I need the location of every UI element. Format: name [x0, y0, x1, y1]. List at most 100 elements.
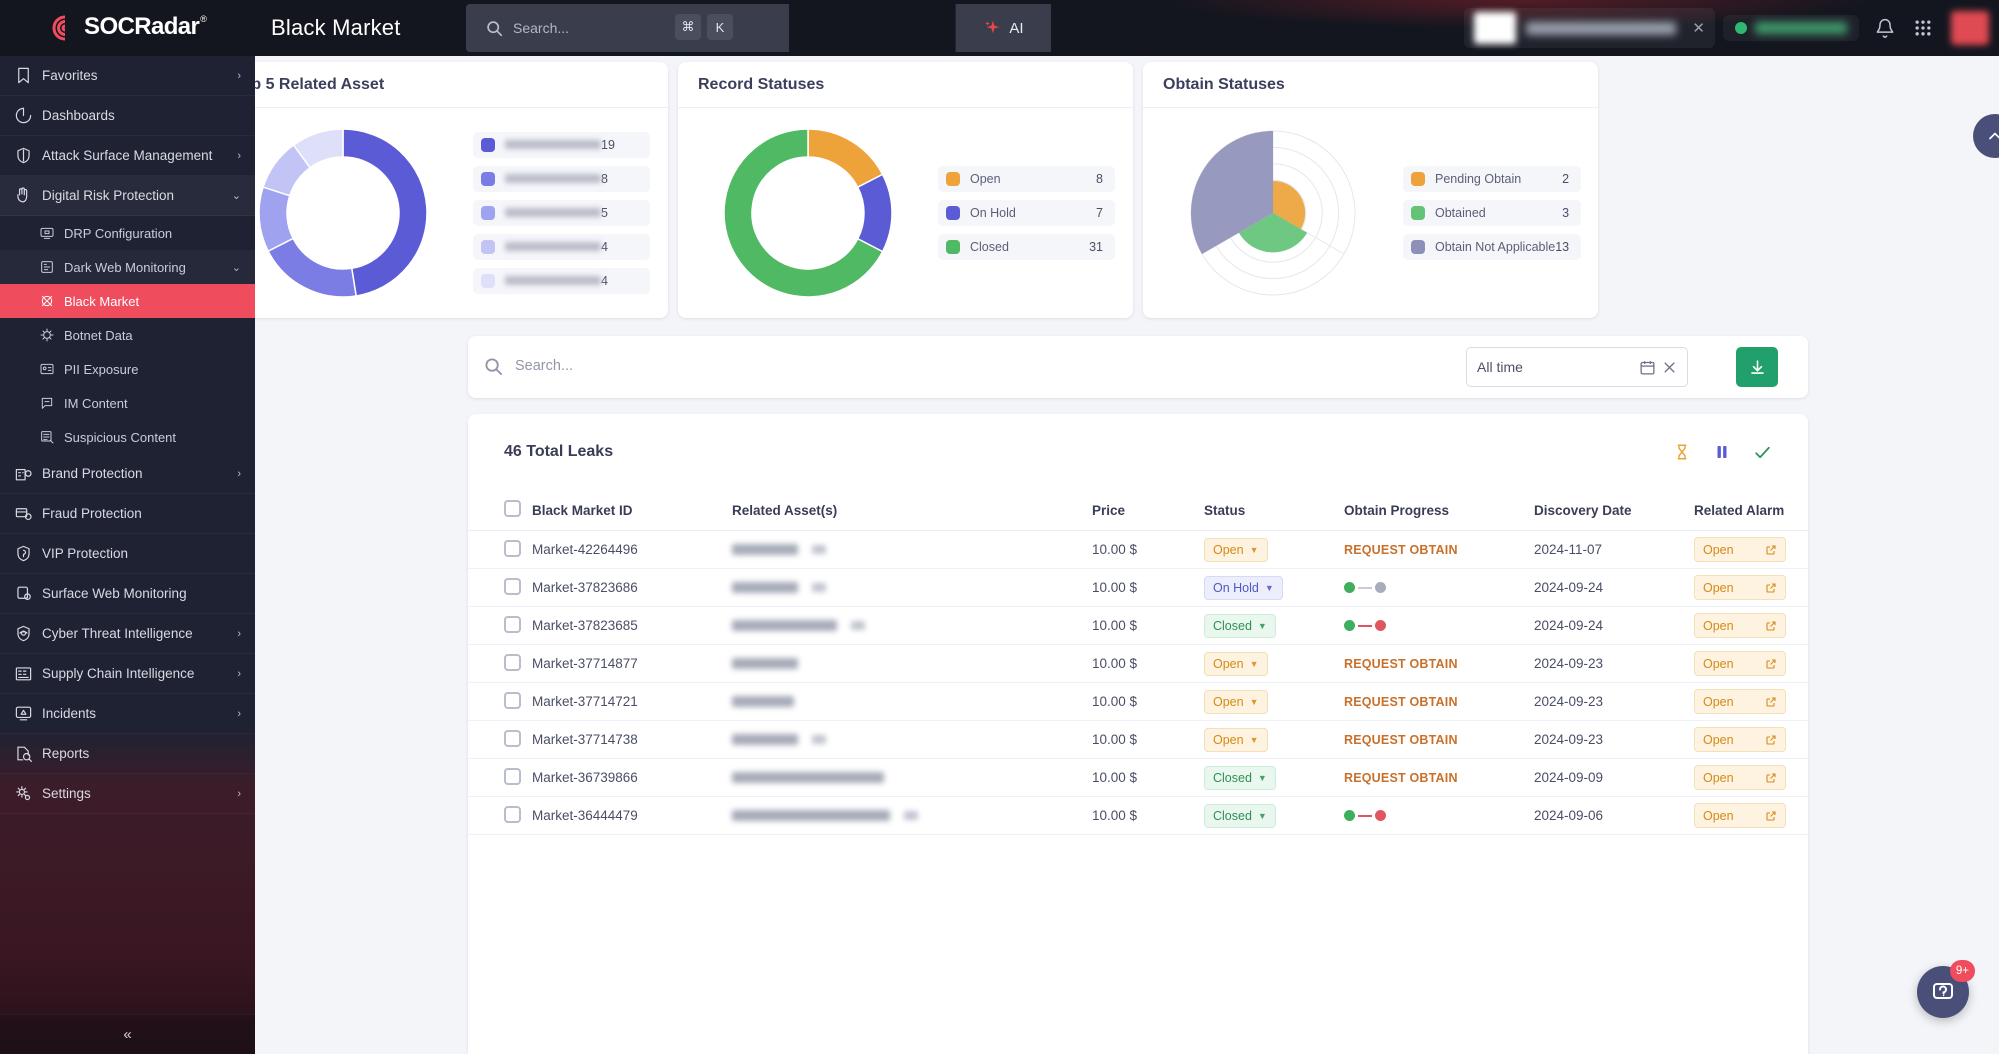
clear-account-icon[interactable]: ✕ [1692, 19, 1705, 37]
chevron-down-icon[interactable]: ⌄ [232, 189, 241, 202]
row-checkbox[interactable] [504, 539, 521, 557]
column-obtain-progress[interactable]: Obtain Progress [1344, 490, 1534, 531]
related-alarm-badge[interactable]: Open [1694, 727, 1786, 752]
row-checkbox[interactable] [504, 729, 521, 747]
polar-chart[interactable] [1143, 125, 1403, 301]
legend-item[interactable]: Closed 31 [938, 233, 1115, 260]
external-link-icon[interactable] [1765, 620, 1777, 632]
column-discovery-date[interactable]: Discovery Date [1534, 490, 1694, 531]
status-badge[interactable]: Closed ▼ [1204, 803, 1276, 828]
sidebar-item-suspicious-content[interactable]: Suspicious Content [0, 420, 255, 454]
row-checkbox[interactable] [504, 653, 521, 671]
row-checkbox[interactable] [504, 691, 521, 709]
legend-item[interactable]: On Hold 7 [938, 199, 1115, 226]
column-related-assets[interactable]: Related Asset(s) [732, 490, 1092, 531]
donut-chart[interactable] [255, 127, 473, 299]
chevron-right-icon[interactable]: › [237, 628, 241, 640]
column-status[interactable]: Status [1204, 490, 1344, 531]
legend-item[interactable]: 19 [473, 131, 650, 158]
request-obtain-link[interactable]: REQUEST OBTAIN [1344, 543, 1458, 557]
status-badge[interactable]: On Hold ▼ [1204, 575, 1283, 600]
sidebar-item-attack-surface-management[interactable]: Attack Surface Management › [0, 136, 255, 176]
status-badge[interactable]: Closed ▼ [1204, 613, 1276, 638]
pending-hourglass-icon[interactable] [1673, 443, 1691, 461]
row-checkbox[interactable] [504, 615, 521, 633]
account-selector[interactable]: ✕ [1464, 8, 1715, 48]
related-alarm-badge[interactable]: Open [1694, 765, 1786, 790]
global-search-input[interactable]: Search... [466, 4, 789, 52]
on-hold-pause-icon[interactable] [1713, 443, 1731, 461]
chevron-right-icon[interactable]: › [237, 788, 241, 800]
external-link-icon[interactable] [1765, 582, 1777, 594]
table-row[interactable]: Market-37823685 10.00 $ Closed ▼ 2024-09-24 O… [468, 606, 1808, 645]
sidebar-item-supply-chain-intelligence[interactable]: Supply Chain Intelligence › [0, 654, 255, 694]
table-row[interactable]: Market-37714721 10.00 $ Open ▼ REQUEST OBTAI… [468, 682, 1808, 721]
legend-item[interactable]: 5 [473, 199, 650, 226]
external-link-icon[interactable] [1765, 696, 1777, 708]
sidebar-item-dashboards[interactable]: Dashboards [0, 96, 255, 136]
chevron-right-icon[interactable]: › [237, 70, 241, 82]
external-link-icon[interactable] [1765, 658, 1777, 670]
table-row[interactable]: Market-36739866 10.00 $ Closed ▼ REQUEST OBT… [468, 758, 1808, 797]
request-obtain-link[interactable]: REQUEST OBTAIN [1344, 733, 1458, 747]
sidebar-item-favorites[interactable]: Favorites › [0, 56, 255, 96]
sidebar-item-cyber-threat-intelligence[interactable]: Cyber Threat Intelligence › [0, 614, 255, 654]
status-badge[interactable]: Open ▼ [1204, 537, 1268, 562]
table-row[interactable]: Market-36444479 10.00 $ Closed ▼ 2024-09-06 O… [468, 796, 1808, 835]
status-badge[interactable]: Closed ▼ [1204, 765, 1276, 790]
sidebar-collapse-button[interactable]: « [0, 1014, 255, 1054]
sidebar-item-fraud-protection[interactable]: Fraud Protection [0, 494, 255, 534]
table-row[interactable]: Market-42264496 10.00 $ Open ▼ REQUEST OBTAI… [468, 530, 1808, 569]
sidebar-item-drp-configuration[interactable]: DRP Configuration [0, 216, 255, 250]
sidebar-item-botnet-data[interactable]: Botnet Data [0, 318, 255, 352]
legend-item[interactable]: Obtain Not Applicable 13 [1403, 233, 1582, 260]
status-badge[interactable]: Open ▼ [1204, 689, 1268, 714]
select-all-checkbox[interactable] [504, 500, 521, 517]
sidebar-item-surface-web-monitoring[interactable]: Surface Web Monitoring [0, 574, 255, 614]
table-search-input[interactable]: Search... [484, 346, 1284, 386]
legend-item[interactable]: 4 [473, 233, 650, 260]
chevron-right-icon[interactable]: › [237, 668, 241, 680]
table-row[interactable]: Market-37714877 10.00 $ Open ▼ REQUEST OBTAI… [468, 644, 1808, 683]
request-obtain-link[interactable]: REQUEST OBTAIN [1344, 657, 1458, 671]
sidebar-item-digital-risk-protection[interactable]: Digital Risk Protection ⌄ [0, 176, 255, 216]
legend-item[interactable]: Pending Obtain 2 [1403, 165, 1582, 192]
related-alarm-badge[interactable]: Open [1694, 651, 1786, 676]
related-alarm-badge[interactable]: Open [1694, 803, 1786, 828]
sidebar-item-incidents[interactable]: Incidents › [0, 694, 255, 734]
sidebar-item-pii-exposure[interactable]: PII Exposure [0, 352, 255, 386]
column-related-alarm[interactable]: Related Alarm [1694, 490, 1808, 531]
sidebar-item-dark-web-monitoring[interactable]: Dark Web Monitoring ⌄ [0, 250, 255, 284]
chevron-right-icon[interactable]: › [237, 468, 241, 480]
date-range-filter[interactable]: All time [1466, 347, 1688, 387]
related-alarm-badge[interactable]: Open [1694, 613, 1786, 638]
request-obtain-link[interactable]: REQUEST OBTAIN [1344, 771, 1458, 785]
column-black-market-id[interactable]: Black Market ID [532, 490, 732, 531]
related-alarm-badge[interactable]: Open [1694, 537, 1786, 562]
chevron-right-icon[interactable]: › [237, 150, 241, 162]
sidebar-item-im-content[interactable]: IM Content [0, 386, 255, 420]
column-price[interactable]: Price [1092, 490, 1204, 531]
notifications-icon[interactable] [1875, 18, 1895, 38]
external-link-icon[interactable] [1765, 734, 1777, 746]
chevron-down-icon[interactable]: ⌄ [232, 261, 241, 274]
legend-item[interactable]: Open 8 [938, 165, 1115, 192]
ai-assistant-button[interactable]: AI [955, 4, 1051, 52]
row-checkbox[interactable] [504, 767, 521, 785]
sidebar-item-vip-protection[interactable]: VIP Protection [0, 534, 255, 574]
legend-item[interactable]: 8 [473, 165, 650, 192]
sidebar-item-black-market[interactable]: Black Market [0, 284, 255, 318]
clear-date-icon[interactable] [1662, 360, 1677, 375]
calendar-icon[interactable] [1639, 359, 1656, 376]
legend-item[interactable]: 4 [473, 267, 650, 294]
sidebar-item-settings[interactable]: Settings › [0, 774, 255, 814]
related-alarm-badge[interactable]: Open [1694, 575, 1786, 600]
table-row[interactable]: Market-37823686 10.00 $ On Hold ▼ 2024-09-24… [468, 568, 1808, 607]
table-row[interactable]: Market-37714738 10.00 $ Open ▼ REQUEST OBTAI… [468, 720, 1808, 759]
donut-chart[interactable] [678, 127, 938, 299]
legend-item[interactable]: Obtained 3 [1403, 199, 1582, 226]
chevron-right-icon[interactable]: › [237, 708, 241, 720]
closed-check-icon[interactable] [1753, 443, 1772, 462]
related-alarm-badge[interactable]: Open [1694, 689, 1786, 714]
apps-grid-icon[interactable] [1913, 18, 1933, 38]
